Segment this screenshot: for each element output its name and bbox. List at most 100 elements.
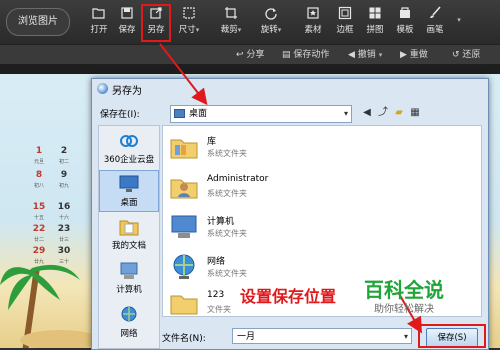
file-name: Administrator bbox=[207, 174, 269, 184]
desktop-icon bbox=[119, 175, 139, 192]
place-desktop[interactable]: 桌面 bbox=[99, 170, 159, 212]
photo-top-border bbox=[0, 64, 500, 74]
calendar-day: 1 bbox=[35, 146, 43, 156]
filename-label: 文件名(N): bbox=[162, 334, 206, 344]
calendar-lunar: 十五 bbox=[33, 215, 44, 221]
user-folder-icon bbox=[170, 179, 198, 199]
save-action-button[interactable]: ▤ 保存动作 bbox=[282, 48, 329, 62]
share-label: 分享 bbox=[246, 50, 265, 60]
calendar-day: 8 bbox=[35, 170, 43, 180]
file-item-computer[interactable]: 计算机 系统文件夹 bbox=[169, 210, 469, 248]
sticker-button[interactable]: 素材 bbox=[298, 4, 328, 42]
cloud-icon bbox=[120, 135, 138, 147]
resize-button[interactable]: 尺寸▾ bbox=[174, 4, 204, 42]
place-documents[interactable]: 我的文档 bbox=[99, 214, 159, 256]
calendar-lunar: 廿三 bbox=[58, 237, 69, 243]
calendar-lunar: 初八 bbox=[33, 183, 44, 189]
computer-icon bbox=[171, 215, 197, 238]
place-computer[interactable]: 计算机 bbox=[99, 258, 159, 300]
save-as-highlight-box bbox=[141, 4, 171, 42]
brand-watermark-subtitle: 助你轻松解决 bbox=[374, 304, 434, 315]
rotate-label: 旋转▾ bbox=[260, 25, 282, 35]
redo-button[interactable]: ▶ 重做 bbox=[400, 48, 428, 62]
filename-input[interactable]: 一月 ▾ bbox=[232, 328, 412, 344]
view-menu-button[interactable]: ▦ bbox=[408, 106, 422, 120]
save-action-label: 保存动作 bbox=[293, 50, 330, 60]
places-bar: 360企业云盘 桌面 我的文档 计算机 网络 bbox=[98, 125, 160, 349]
file-type: 系统文件夹 bbox=[207, 269, 247, 278]
file-item-library[interactable]: 库 系统文件夹 bbox=[169, 130, 469, 168]
file-type: 文件夹 bbox=[207, 305, 231, 314]
file-name: 计算机 bbox=[207, 217, 235, 227]
redo-icon: ▶ bbox=[400, 50, 407, 60]
crop-button[interactable]: 裁剪▾ bbox=[216, 4, 246, 42]
undo-button[interactable]: ◀ 撤销 ▾ bbox=[348, 48, 382, 62]
crop-label: 裁剪▾ bbox=[220, 25, 242, 35]
place-label: 360企业云盘 bbox=[103, 155, 155, 165]
save-in-value: 桌面 bbox=[189, 109, 208, 119]
brush-button[interactable]: 画笔 bbox=[420, 4, 450, 42]
up-folder-button[interactable]: ⤴ bbox=[376, 106, 390, 120]
rotate-icon bbox=[265, 8, 277, 20]
calendar-lunar: 元旦 bbox=[33, 159, 44, 165]
place-label: 我的文档 bbox=[111, 241, 146, 251]
save-in-select[interactable]: 桌面 ▾ bbox=[170, 105, 352, 123]
save-button-top[interactable]: 保存 bbox=[112, 4, 142, 42]
network-icon bbox=[121, 306, 137, 322]
template-button[interactable]: 模板 bbox=[390, 4, 420, 42]
restore-icon: ↺ bbox=[452, 50, 460, 60]
calendar-lunar: 十六 bbox=[58, 215, 69, 221]
view-grid-icon: ▦ bbox=[410, 107, 420, 118]
calendar-day: 2 bbox=[60, 146, 68, 156]
resize-icon bbox=[183, 7, 195, 19]
save-in-label: 保存在(I): bbox=[100, 110, 140, 120]
brand-watermark-title: 百科全说 bbox=[364, 278, 444, 302]
save-action-icon: ▤ bbox=[282, 50, 291, 60]
library-icon bbox=[170, 139, 198, 159]
border-label: 边框 bbox=[336, 25, 354, 35]
calendar-day: 29 bbox=[32, 246, 46, 256]
collage-label: 拼图 bbox=[366, 25, 384, 35]
place-label: 计算机 bbox=[116, 285, 142, 295]
border-button[interactable]: 边框 bbox=[330, 4, 360, 42]
share-icon: ↩ bbox=[236, 50, 244, 60]
file-item-administrator[interactable]: Administrator 系统文件夹 bbox=[169, 170, 469, 208]
file-type: 系统文件夹 bbox=[207, 189, 247, 198]
restore-button[interactable]: ↺ 还原 bbox=[452, 48, 480, 62]
more-tools-button[interactable]: ▾ bbox=[452, 4, 466, 42]
file-name: 123 bbox=[207, 290, 225, 300]
computer-icon bbox=[120, 262, 138, 279]
chevron-down-icon: ▾ bbox=[457, 16, 461, 24]
redo-label: 重做 bbox=[409, 50, 428, 60]
place-network[interactable]: 网络 bbox=[99, 302, 159, 344]
back-button[interactable]: ◀ bbox=[360, 106, 374, 120]
open-button[interactable]: 打开 bbox=[84, 4, 114, 42]
calendar-lunar: 廿九 bbox=[33, 259, 44, 265]
crop-icon bbox=[225, 7, 237, 19]
new-folder-button[interactable]: ▰ bbox=[392, 106, 406, 120]
file-type: 系统文件夹 bbox=[207, 229, 247, 238]
chevron-down-icon: ▾ bbox=[378, 51, 383, 59]
save-button-highlight-box bbox=[418, 324, 486, 348]
calendar-lunar: 初二 bbox=[58, 159, 69, 165]
place-cloud-drive[interactable]: 360企业云盘 bbox=[99, 128, 159, 170]
sticker-label: 素材 bbox=[304, 25, 322, 35]
instruction-caption: 设置保存位置 bbox=[240, 287, 337, 306]
share-button[interactable]: ↩ 分享 bbox=[236, 48, 264, 62]
place-label: 桌面 bbox=[120, 198, 138, 208]
collage-button[interactable]: 拼图 bbox=[360, 4, 390, 42]
border-icon bbox=[338, 6, 352, 20]
template-icon bbox=[400, 7, 410, 18]
calendar-day: 22 bbox=[32, 224, 46, 234]
calendar-day: 16 bbox=[57, 202, 71, 212]
folder-open-icon bbox=[92, 8, 105, 19]
rotate-button[interactable]: 旋转▾ bbox=[256, 4, 286, 42]
place-label: 网络 bbox=[120, 329, 138, 339]
back-arrow-icon: ◀ bbox=[363, 107, 371, 118]
calendar-day: 30 bbox=[57, 246, 71, 256]
collage-icon bbox=[369, 7, 381, 19]
restore-label: 还原 bbox=[462, 50, 481, 60]
network-icon bbox=[173, 254, 195, 279]
browse-images-button[interactable]: 浏览图片 bbox=[6, 8, 70, 36]
dialog-title-bar[interactable]: 另存为 bbox=[92, 79, 488, 99]
